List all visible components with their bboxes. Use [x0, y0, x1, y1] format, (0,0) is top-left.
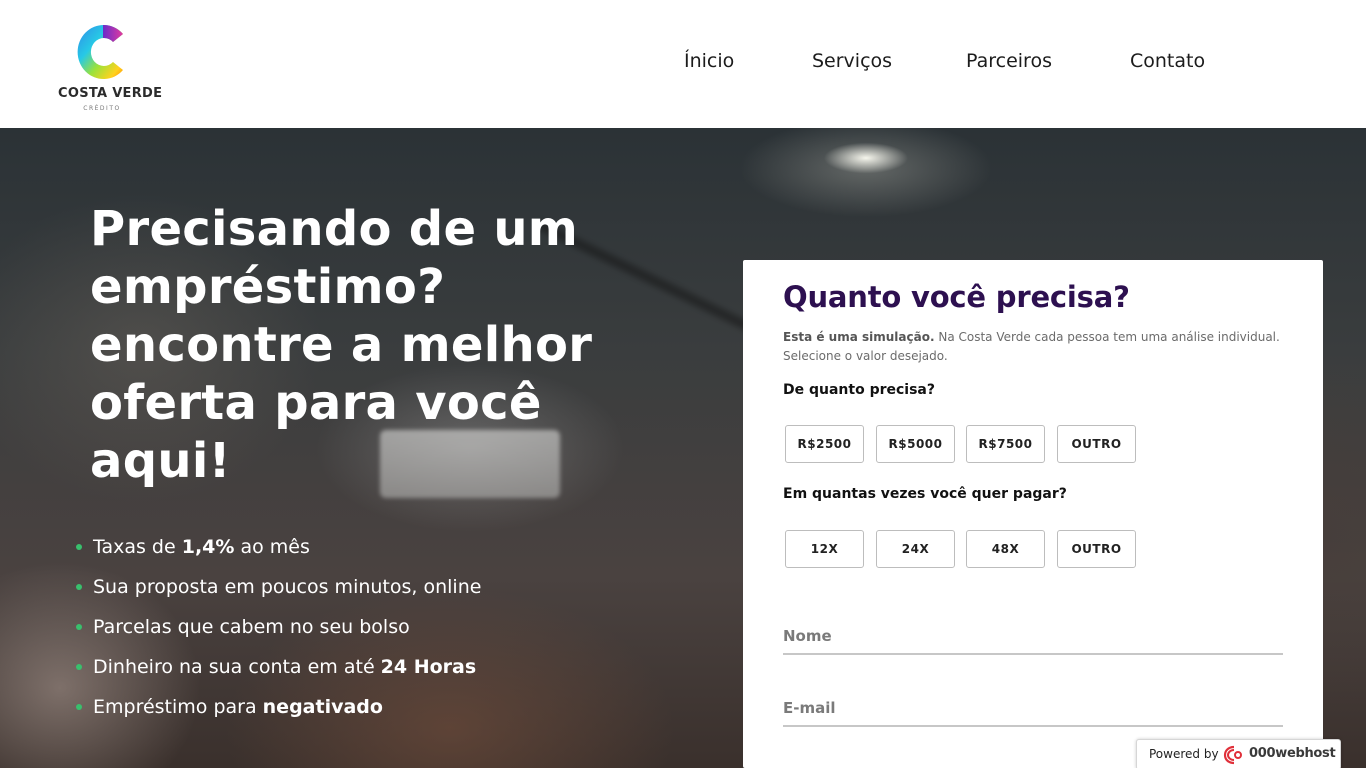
name-field[interactable] [783, 619, 1283, 655]
headline-line: empréstimo? [90, 259, 446, 315]
bullet-dot-icon [76, 624, 82, 630]
site-header: COSTA VERDE CRÉDITO Ínicio Serviços Parc… [0, 0, 1366, 128]
benefit-highlight: 24 Horas [380, 656, 477, 678]
benefit-text: Taxas de [93, 536, 182, 558]
headline-line: oferta para você [90, 375, 542, 431]
amount-option-other[interactable]: OUTRO [1057, 425, 1136, 463]
form-title: Quanto você precisa? [783, 280, 1130, 314]
benefit-text: ao mês [234, 536, 310, 558]
headline-line: aqui! [90, 433, 231, 489]
benefit-text: Sua proposta em poucos minutos, online [93, 576, 482, 598]
benefit-item: Dinheiro na sua conta em até 24 Horas [76, 654, 481, 694]
benefit-item: Taxas de 1,4% ao mês [76, 534, 481, 574]
installment-option-24x[interactable]: 24X [876, 530, 955, 568]
benefit-item: Empréstimo para negativado [76, 694, 481, 734]
benefit-highlight: negativado [262, 696, 383, 718]
powered-by-label: Powered by [1149, 747, 1219, 761]
installment-option-12x[interactable]: 12X [785, 530, 864, 568]
email-field[interactable] [783, 691, 1283, 727]
form-description: Esta é uma simulação. Na Costa Verde cad… [783, 328, 1283, 366]
installments-question: Em quantas vezes você quer pagar? [783, 486, 1067, 502]
benefit-text: Dinheiro na sua conta em até [93, 656, 381, 678]
benefit-item: Parcelas que cabem no seu bolso [76, 614, 481, 654]
nav-item-parceiros[interactable]: Parceiros [966, 50, 1052, 72]
amount-option-2500[interactable]: R$2500 [785, 425, 864, 463]
bullet-dot-icon [76, 664, 82, 670]
installment-option-other[interactable]: OUTRO [1057, 530, 1136, 568]
amount-question: De quanto precisa? [783, 382, 935, 398]
hero-headline: Precisando de um empréstimo? encontre a … [90, 200, 650, 490]
brand-subtitle: CRÉDITO [83, 105, 121, 112]
form-description-bold: Esta é uma simulação. [783, 330, 935, 344]
powered-by-badge[interactable]: Powered by 000webhost [1136, 739, 1341, 768]
nav-item-servicos[interactable]: Serviços [812, 50, 892, 72]
benefit-text: Empréstimo para [93, 696, 263, 718]
amount-option-5000[interactable]: R$5000 [876, 425, 955, 463]
benefit-text: Parcelas que cabem no seu bolso [93, 616, 410, 638]
nav-item-contato[interactable]: Contato [1130, 50, 1205, 72]
benefits-list: Taxas de 1,4% ao mês Sua proposta em pou… [76, 534, 481, 734]
powered-by-brand: 000webhost [1249, 746, 1336, 761]
nav-item-inicio[interactable]: Ínicio [684, 50, 734, 72]
main-nav: Ínicio Serviços Parceiros Contato [0, 50, 1366, 76]
installment-option-48x[interactable]: 48X [966, 530, 1045, 568]
loan-simulation-form: Quanto você precisa? Esta é uma simulaçã… [743, 260, 1323, 768]
brand-name: COSTA VERDE [58, 86, 163, 101]
bullet-dot-icon [76, 584, 82, 590]
headline-line: encontre a melhor [90, 317, 593, 373]
headline-line: Precisando de um [90, 201, 579, 257]
benefit-item: Sua proposta em poucos minutos, online [76, 574, 481, 614]
amount-option-7500[interactable]: R$7500 [966, 425, 1045, 463]
bullet-dot-icon [76, 544, 82, 550]
bullet-dot-icon [76, 704, 82, 710]
webhost-logo-icon [1223, 745, 1242, 765]
benefit-highlight: 1,4% [181, 536, 235, 558]
